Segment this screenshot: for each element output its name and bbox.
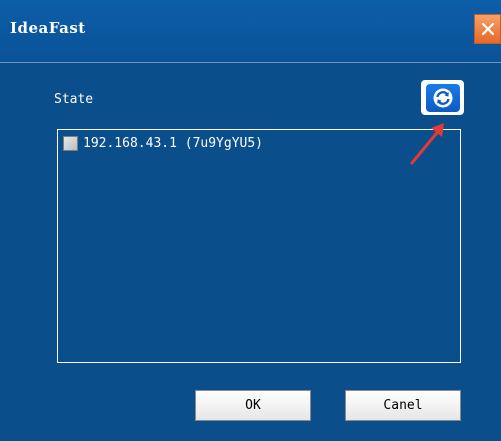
device-checkbox[interactable] bbox=[63, 136, 78, 151]
refresh-button-face bbox=[425, 83, 460, 112]
refresh-button[interactable] bbox=[421, 80, 464, 115]
refresh-icon bbox=[433, 88, 452, 107]
state-label: State bbox=[54, 92, 94, 107]
list-item[interactable]: 192.168.43.1 (7u9YgYU5) bbox=[63, 136, 263, 151]
title-bar: IdeaFast bbox=[0, 0, 501, 62]
dialog-window: IdeaFast State 192.168.43.1 (7u9YgYU5) O… bbox=[0, 0, 501, 441]
red-arrow-annotation-icon bbox=[410, 123, 444, 165]
device-label: 192.168.43.1 (7u9YgYU5) bbox=[83, 136, 264, 151]
window-title: IdeaFast bbox=[10, 19, 86, 37]
close-button[interactable] bbox=[474, 14, 501, 44]
title-separator bbox=[0, 62, 501, 63]
ok-button[interactable]: OK bbox=[195, 390, 311, 421]
cancel-button[interactable]: Canel bbox=[345, 390, 461, 421]
close-icon bbox=[481, 22, 494, 36]
